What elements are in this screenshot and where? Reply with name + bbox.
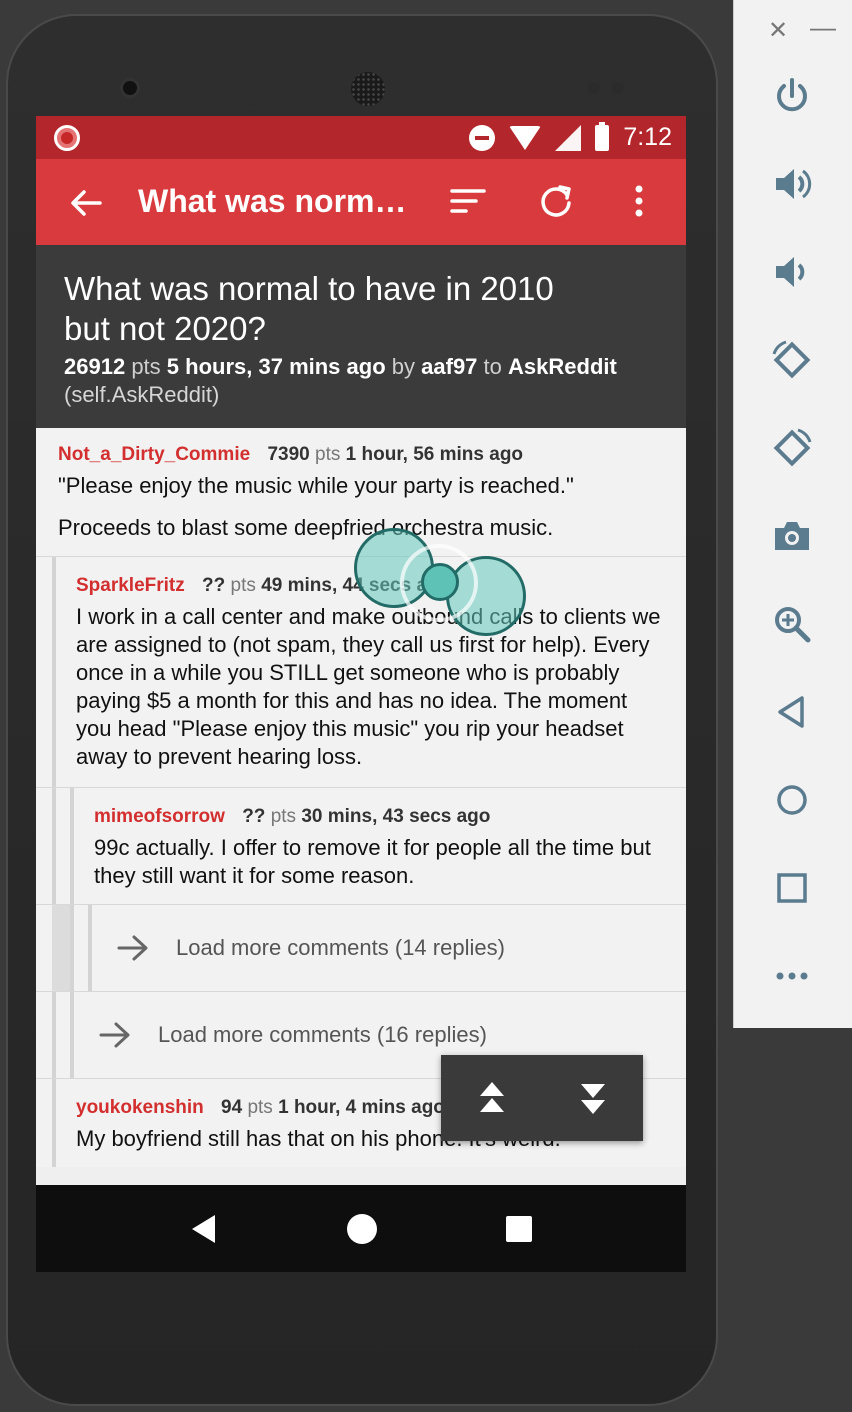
comment-time: 1 hour, 4 mins ago (278, 1097, 445, 1118)
nav-back-icon[interactable] (189, 1213, 219, 1245)
rotate-left-icon[interactable] (772, 340, 812, 380)
close-icon[interactable]: ✕ (768, 16, 788, 45)
nav-recents-icon[interactable] (505, 1215, 533, 1243)
app-screen: 7:12 What was norm… What was normal to h… (36, 116, 686, 1272)
status-clock: 7:12 (623, 123, 672, 151)
power-icon[interactable] (772, 76, 812, 116)
post-domain: (self.AskReddit) (64, 382, 220, 407)
post-to-label: to (483, 354, 502, 379)
indent-bar (70, 992, 74, 1078)
wifi-icon (509, 125, 542, 150)
comment-paragraph: I work in a call center and make outboun… (76, 604, 661, 769)
toolbar-title: What was norm… (138, 183, 407, 219)
comment-paragraph: Proceeds to blast some deepfried orchest… (58, 515, 554, 540)
comment-points: 7390 (267, 444, 310, 465)
indent-bar (52, 788, 56, 904)
battery-icon (595, 121, 610, 151)
indent-bar (88, 905, 92, 991)
camera-icon[interactable] (772, 516, 812, 556)
comment-points-label: pts (270, 806, 297, 827)
comment-item[interactable]: Not_a_Dirty_Commie 7390 pts 1 hour, 56 m… (36, 428, 686, 557)
indent-bar (52, 905, 70, 991)
comment-points-label: pts (315, 444, 341, 465)
double-chevron-down-icon[interactable] (578, 1080, 608, 1116)
comment-header: Not_a_Dirty_Commie 7390 pts 1 hour, 56 m… (58, 428, 666, 466)
post-title: What was normal to have in 2010 but not … (64, 270, 554, 347)
comment-time: 30 mins, 43 secs ago (301, 806, 491, 827)
comment-item[interactable]: mimeofsorrow ?? pts 30 mins, 43 secs ago… (36, 788, 686, 905)
status-bar: 7:12 (36, 116, 686, 159)
post-subreddit[interactable]: AskReddit (508, 354, 617, 379)
indent-bar (52, 1079, 56, 1167)
sort-icon[interactable] (448, 181, 488, 221)
comment-points-label: pts (247, 1097, 273, 1118)
app-toolbar: What was norm… (36, 159, 686, 245)
arrow-left-icon[interactable] (66, 183, 106, 223)
proximity-sensor (588, 82, 600, 94)
comment-time: 1 hour, 56 mins ago (345, 444, 524, 465)
cell-signal-icon (555, 124, 582, 151)
load-more-comments[interactable]: Load more comments (14 replies) (36, 905, 686, 992)
arrow-right-icon (99, 1022, 130, 1048)
comment-paragraph: 99c actually. I offer to remove it for p… (94, 835, 651, 888)
comment-author[interactable]: mimeofsorrow (94, 806, 225, 827)
double-chevron-up-icon[interactable] (477, 1080, 507, 1116)
comment-author[interactable]: youkokenshin (76, 1097, 204, 1118)
indent-bar (70, 905, 74, 991)
recording-icon (54, 125, 80, 151)
comment-points: 94 (221, 1097, 243, 1118)
post-author[interactable]: aaf97 (421, 354, 477, 379)
indent-bar (70, 788, 74, 904)
post-points: 26912 (64, 354, 126, 379)
more-vert-icon[interactable] (619, 181, 659, 221)
light-sensor (612, 82, 624, 94)
rotate-right-icon[interactable] (772, 428, 812, 468)
comment-author[interactable]: SparkleFritz (76, 575, 185, 596)
overview-icon[interactable] (772, 868, 812, 908)
load-more-label: Load more comments (16 replies) (158, 1022, 487, 1047)
indent-bar (52, 557, 56, 787)
post-points-label: pts (131, 354, 161, 379)
back-icon[interactable] (772, 692, 812, 732)
nav-home-icon[interactable] (346, 1213, 378, 1245)
post-time: 5 hours, 37 mins ago (166, 354, 386, 379)
volume-down-icon[interactable] (772, 252, 812, 292)
post-by-label: by (391, 354, 416, 379)
comment-points: ?? (202, 575, 226, 596)
zoom-icon[interactable] (772, 604, 812, 644)
comment-paragraph: "Please enjoy the music while your party… (58, 473, 574, 498)
post-header: What was normal to have in 2010 but not … (36, 245, 686, 428)
more-icon[interactable] (772, 956, 812, 996)
android-nav-bar (36, 1185, 686, 1272)
comment-author[interactable]: Not_a_Dirty_Commie (58, 444, 250, 465)
comment-body: I work in a call center and make outboun… (76, 603, 666, 787)
comment-body: 99c actually. I offer to remove it for p… (94, 834, 666, 904)
post-meta: 26912 pts 5 hours, 37 mins ago by aaf97 … (64, 353, 658, 409)
load-more-label: Load more comments (14 replies) (176, 935, 505, 960)
touch-indicator (421, 563, 459, 601)
comment-header: mimeofsorrow ?? pts 30 mins, 43 secs ago (94, 788, 666, 828)
minimize-icon[interactable]: — (810, 12, 836, 43)
volume-up-icon[interactable] (772, 164, 812, 204)
home-icon[interactable] (772, 780, 812, 820)
comment-points: ?? (242, 806, 266, 827)
front-camera (120, 78, 140, 98)
refresh-icon[interactable] (536, 181, 576, 221)
comment-points-label: pts (230, 575, 256, 596)
emulator-panel: ✕ — (733, 0, 852, 1028)
earpiece-speaker (351, 72, 385, 106)
comment-navigation (441, 1055, 643, 1141)
arrow-right-icon (117, 935, 148, 961)
indent-bar (52, 992, 56, 1078)
do-not-disturb-icon (469, 124, 496, 151)
